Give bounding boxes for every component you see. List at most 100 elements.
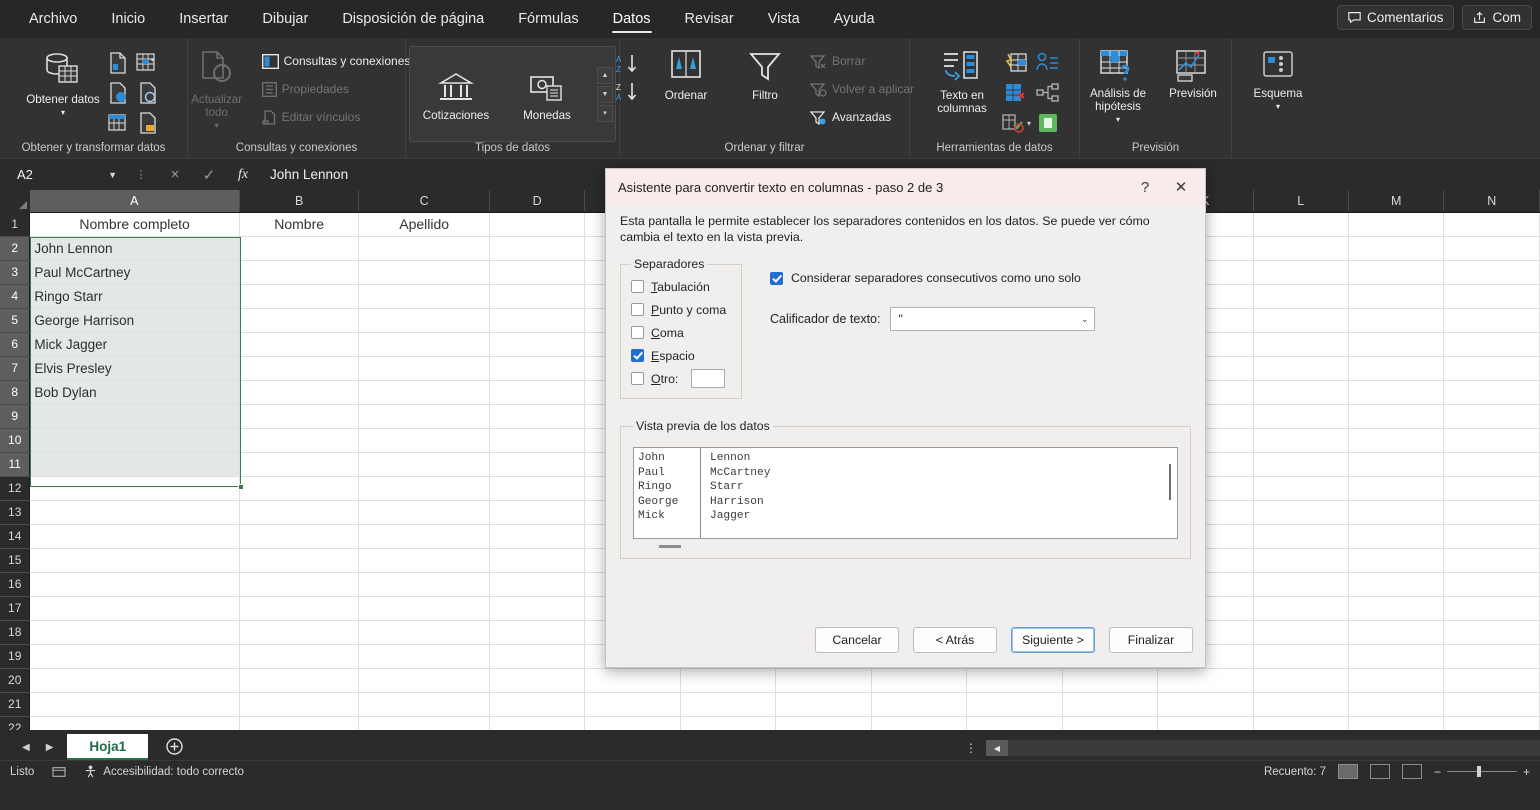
cell-L1[interactable] <box>1253 212 1349 237</box>
row-header-22[interactable]: 22 <box>0 716 31 730</box>
chevron-down-icon[interactable]: ▼ <box>108 170 117 180</box>
cell-D1[interactable] <box>489 212 586 237</box>
cell-L17[interactable] <box>1253 596 1349 621</box>
row-header-5[interactable]: 5 <box>0 308 31 333</box>
cell-B6[interactable] <box>239 332 360 357</box>
refresh-all-button[interactable]: Actualizar todo ▾ <box>179 45 255 132</box>
sort-asc-button[interactable]: AZ <box>611 51 645 77</box>
cell-L3[interactable] <box>1253 260 1349 285</box>
cell-C17[interactable] <box>358 596 490 621</box>
row-header-16[interactable]: 16 <box>0 572 31 597</box>
cell-N22[interactable] <box>1443 716 1540 730</box>
cell-C9[interactable] <box>358 404 490 429</box>
cell-B10[interactable] <box>239 428 360 453</box>
separator-row-punto-y-coma[interactable]: Punto y coma <box>631 298 731 321</box>
cell-N15[interactable] <box>1443 548 1540 573</box>
row-header-3[interactable]: 3 <box>0 260 31 285</box>
row-header-7[interactable]: 7 <box>0 356 31 381</box>
next-sheet-icon[interactable]: ▶ <box>46 742 54 753</box>
from-web-button[interactable] <box>104 79 132 107</box>
cell-N13[interactable] <box>1443 500 1540 525</box>
cell-B11[interactable] <box>239 452 360 477</box>
preview-vertical-scrollbar[interactable] <box>1169 464 1171 500</box>
cell-N14[interactable] <box>1443 524 1540 549</box>
cell-D18[interactable] <box>489 620 586 645</box>
zoom-in-icon[interactable]: + <box>1523 765 1530 779</box>
cell-A19[interactable] <box>29 644 240 669</box>
cell-M8[interactable] <box>1348 380 1445 405</box>
row-header-11[interactable]: 11 <box>0 452 31 477</box>
cell-C4[interactable] <box>358 284 490 309</box>
from-text-button[interactable] <box>104 49 132 77</box>
cell-L14[interactable] <box>1253 524 1349 549</box>
ribbon-tab-insertar[interactable]: Insertar <box>164 5 243 33</box>
cell-M11[interactable] <box>1348 452 1445 477</box>
chevron-down-icon[interactable]: ⌄ <box>1081 314 1089 325</box>
ribbon-tab-f-rmulas[interactable]: Fórmulas <box>503 5 593 33</box>
cell-L18[interactable] <box>1253 620 1349 645</box>
cell-M1[interactable] <box>1348 212 1445 237</box>
row-header-15[interactable]: 15 <box>0 548 31 573</box>
cell-B3[interactable] <box>239 260 360 285</box>
cell-C2[interactable] <box>358 236 490 261</box>
cell-L20[interactable] <box>1253 668 1349 693</box>
cell-N12[interactable] <box>1443 476 1540 501</box>
cell-M6[interactable] <box>1348 332 1445 357</box>
existing-connections-button[interactable] <box>134 109 162 137</box>
stocks-button[interactable]: Cotizaciones <box>412 67 500 122</box>
cell-A18[interactable] <box>29 620 240 645</box>
cell-A5[interactable]: George Harrison <box>29 308 240 333</box>
text-to-columns-button[interactable]: Texto en columnas <box>926 45 998 115</box>
cell-C15[interactable] <box>358 548 490 573</box>
share-button[interactable]: Com <box>1462 5 1532 30</box>
cancel-edit-button[interactable]: × <box>158 166 192 183</box>
consecutive-option-row[interactable]: Considerar separadores consecutivos como… <box>770 271 1095 285</box>
cell-M19[interactable] <box>1348 644 1445 669</box>
currencies-button[interactable]: Monedas <box>503 67 591 122</box>
col-header-B[interactable]: B <box>239 190 360 213</box>
cell-D9[interactable] <box>489 404 586 429</box>
zoom-out-icon[interactable]: − <box>1434 765 1441 779</box>
row-header-8[interactable]: 8 <box>0 380 31 405</box>
cell-A15[interactable] <box>29 548 240 573</box>
cell-C8[interactable] <box>358 380 490 405</box>
cell-A1[interactable]: Nombre completo <box>29 212 240 237</box>
row-header-9[interactable]: 9 <box>0 404 31 429</box>
cell-A4[interactable]: Ringo Starr <box>29 284 240 309</box>
cell-A13[interactable] <box>29 500 240 525</box>
cell-M10[interactable] <box>1348 428 1445 453</box>
ribbon-tab-inicio[interactable]: Inicio <box>96 5 160 33</box>
cell-M21[interactable] <box>1348 692 1445 717</box>
row-header-1[interactable]: 1 <box>0 212 31 237</box>
scroll-left-icon[interactable]: ◀ <box>986 740 1008 756</box>
text-qualifier-combo[interactable]: " ⌄ <box>890 307 1096 331</box>
cell-D16[interactable] <box>489 572 586 597</box>
accessibility-status[interactable]: Accesibilidad: todo correcto <box>84 765 244 778</box>
cell-A10[interactable] <box>29 428 240 453</box>
cell-A6[interactable]: Mick Jagger <box>29 332 240 357</box>
ribbon-tab-datos[interactable]: Datos <box>598 5 666 33</box>
row-header-2[interactable]: 2 <box>0 236 31 261</box>
data-validation-button[interactable] <box>1001 79 1031 107</box>
cell-C10[interactable] <box>358 428 490 453</box>
cell-B7[interactable] <box>239 356 360 381</box>
cell-K22[interactable] <box>1157 716 1254 730</box>
row-header-19[interactable]: 19 <box>0 644 31 669</box>
cell-B9[interactable] <box>239 404 360 429</box>
name-box[interactable]: A2 ▼ <box>8 162 124 187</box>
cell-G20[interactable] <box>775 668 872 693</box>
cell-L8[interactable] <box>1253 380 1349 405</box>
cell-L6[interactable] <box>1253 332 1349 357</box>
cell-L7[interactable] <box>1253 356 1349 381</box>
flash-fill-button[interactable] <box>1001 49 1031 77</box>
from-picture-button[interactable] <box>134 79 162 107</box>
cell-C3[interactable] <box>358 260 490 285</box>
cell-B15[interactable] <box>239 548 360 573</box>
cell-M2[interactable] <box>1348 236 1445 261</box>
cell-N2[interactable] <box>1443 236 1540 261</box>
cell-M22[interactable] <box>1348 716 1445 730</box>
col-header-C[interactable]: C <box>358 190 490 213</box>
zoom-slider[interactable]: − + <box>1434 765 1530 779</box>
cell-M17[interactable] <box>1348 596 1445 621</box>
cell-C13[interactable] <box>358 500 490 525</box>
